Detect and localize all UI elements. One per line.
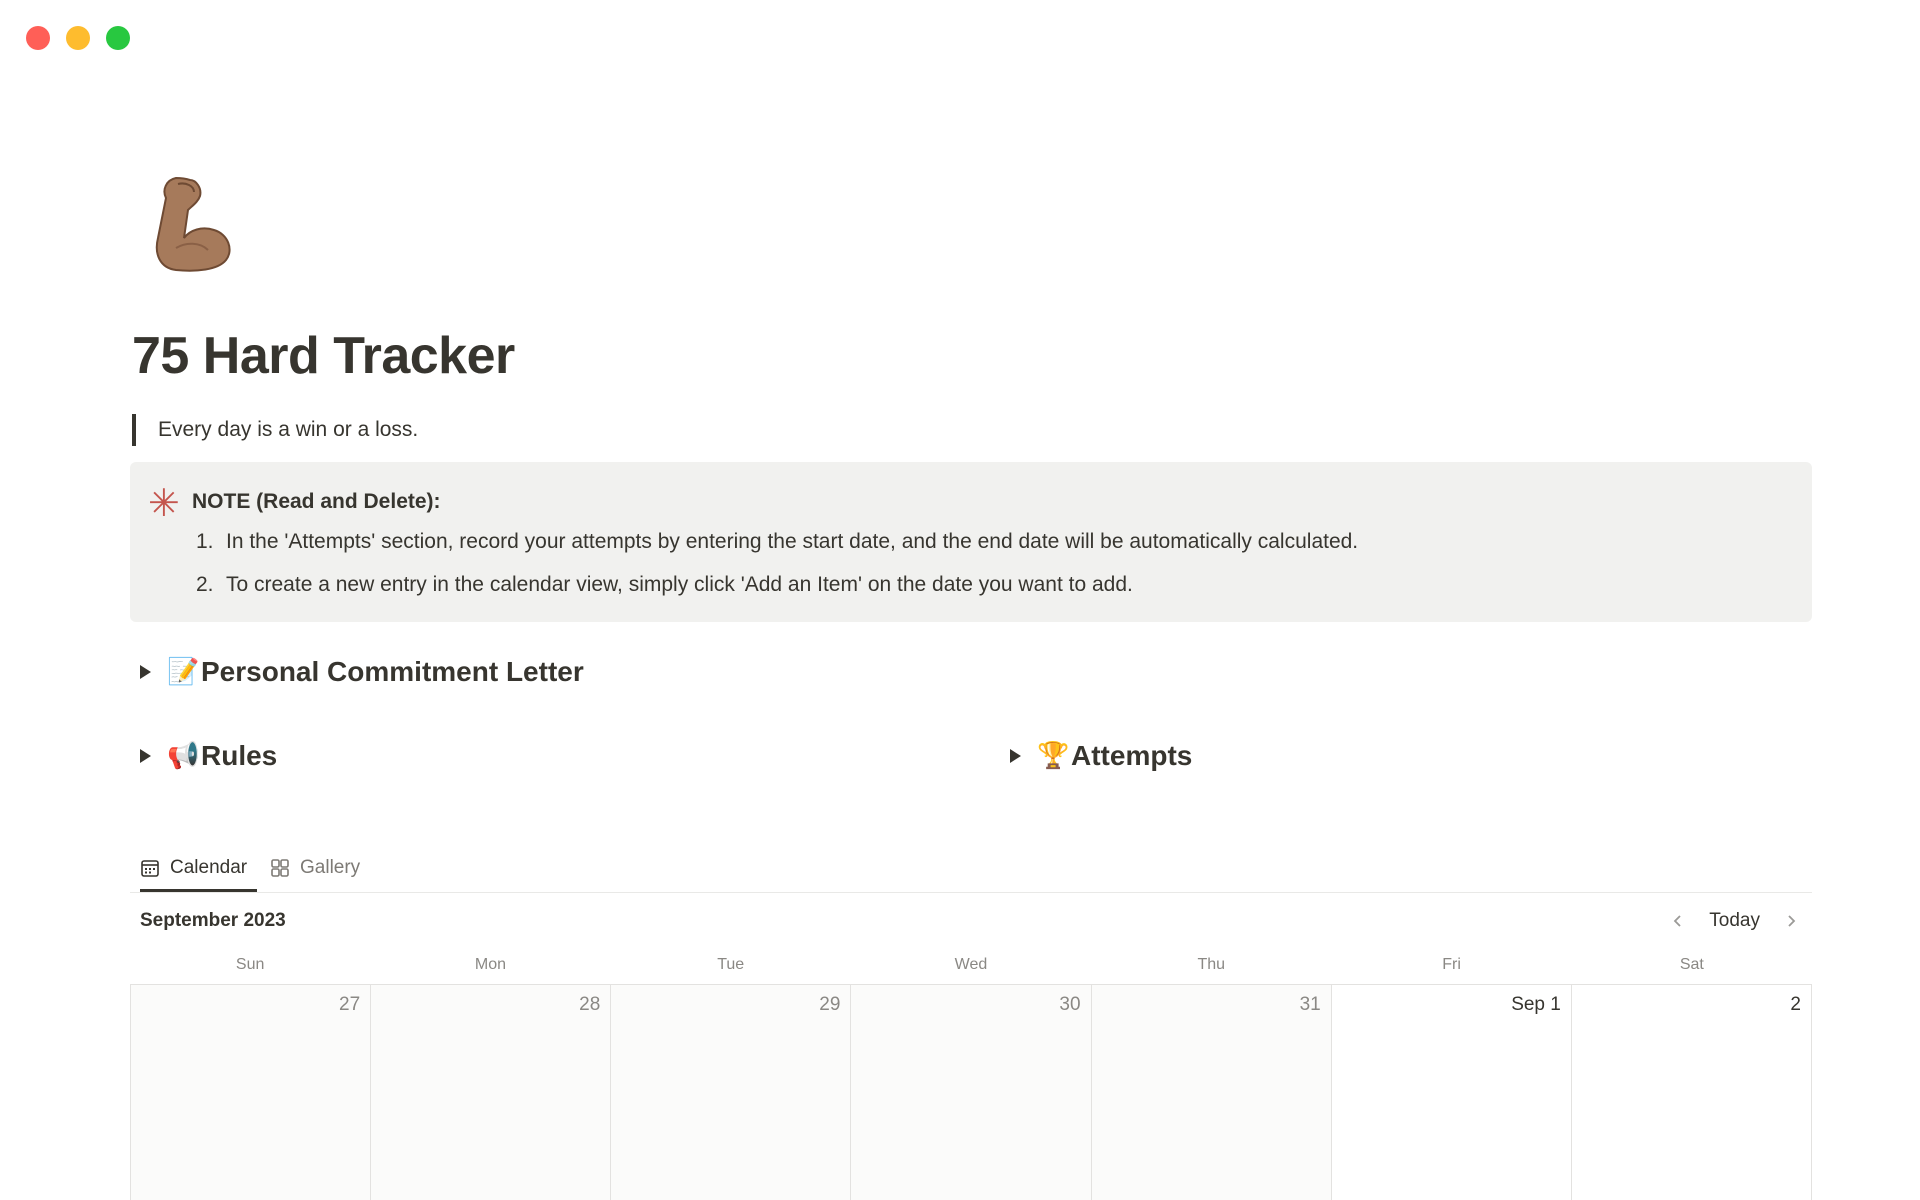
gallery-icon: [271, 859, 289, 877]
day-number: 30: [1059, 994, 1081, 1015]
minimize-window-button[interactable]: [66, 26, 90, 50]
database-view-tabs: Calendar Gallery: [130, 846, 1812, 893]
calendar-header: September 2023 Today: [130, 906, 1812, 936]
tab-calendar[interactable]: Calendar: [140, 846, 258, 892]
asterisk-icon[interactable]: ✳: [148, 484, 180, 522]
calendar-day-cell[interactable]: 2: [1571, 985, 1812, 1200]
toggle-personal-commitment-letter[interactable]: 📝 Personal Commitment Letter: [130, 650, 584, 694]
tab-gallery[interactable]: Gallery: [270, 846, 360, 890]
chevron-right-icon[interactable]: [1780, 910, 1802, 932]
page-title[interactable]: 75 Hard Tracker: [132, 326, 515, 386]
tab-label: Calendar: [170, 856, 248, 878]
calendar-grid: 27 28 29 30 31 Sep 1 2: [130, 984, 1812, 1200]
list-number: 1.: [196, 530, 214, 553]
calendar-day-cell[interactable]: 27: [131, 985, 372, 1200]
tab-label: Gallery: [300, 857, 361, 878]
calendar-day-cell[interactable]: 31: [1091, 985, 1332, 1200]
weekday-label: Sun: [235, 956, 265, 973]
toggle-triangle-icon[interactable]: [1010, 749, 1021, 763]
calendar-day-cell[interactable]: Sep 1: [1331, 985, 1572, 1200]
weekday-label: Fri: [1442, 956, 1461, 973]
calendar-month-label: September 2023: [140, 910, 286, 931]
day-number: 28: [579, 994, 601, 1015]
day-number: 27: [339, 994, 361, 1015]
toggle-triangle-icon[interactable]: [140, 665, 151, 679]
memo-icon: 📝: [167, 657, 200, 687]
weekday-label: Tue: [717, 956, 745, 973]
calendar-day-cell[interactable]: 30: [851, 985, 1092, 1200]
quote-block[interactable]: Every day is a win or a loss.: [132, 414, 418, 446]
megaphone-icon: 📢: [167, 741, 200, 771]
toggle-label: Rules: [201, 740, 278, 771]
list-number: 2.: [196, 573, 214, 596]
close-window-button[interactable]: [26, 26, 50, 50]
list-item: 1. In the 'Attempts' section, record your…: [196, 526, 1358, 569]
trophy-icon: 🏆: [1037, 741, 1070, 771]
quote-text: Every day is a win or a loss.: [158, 418, 419, 441]
calendar-day-cell[interactable]: 28: [371, 985, 612, 1200]
toggle-attempts[interactable]: 🏆 Attempts: [1000, 734, 1192, 778]
calendar-navigation: Today: [1667, 906, 1802, 936]
today-button[interactable]: Today: [1701, 910, 1768, 932]
zoom-window-button[interactable]: [106, 26, 130, 50]
calendar-weekday-header: Sun Mon Tue Wed Thu Fri Sat: [130, 950, 1812, 980]
calendar-day-cell[interactable]: 29: [611, 985, 852, 1200]
weekday-label: Sat: [1679, 956, 1704, 973]
day-number: 29: [819, 994, 841, 1015]
list-text: In the 'Attempts' section, record your a…: [226, 530, 1359, 553]
note-callout[interactable]: ✳ NOTE (Read and Delete): 1. In the 'Atte…: [130, 462, 1812, 622]
weekday-label: Thu: [1197, 956, 1226, 973]
calendar-icon: [141, 859, 159, 877]
day-number: Sep 1: [1511, 994, 1561, 1015]
list-text: To create a new entry in the calendar vi…: [226, 573, 1133, 596]
weekday-label: Mon: [474, 956, 506, 973]
toggle-label: Attempts: [1071, 740, 1193, 771]
callout-list: 1. In the 'Attempts' section, record your…: [196, 526, 1358, 612]
chevron-left-icon[interactable]: [1667, 910, 1689, 932]
toggle-label: Personal Commitment Letter: [201, 656, 584, 687]
weekday-label: Wed: [954, 956, 988, 973]
toggle-rules[interactable]: 📢 Rules: [130, 734, 277, 778]
app-window: 75 Hard Tracker Every day is a win or a …: [0, 0, 1920, 1200]
toggle-triangle-icon[interactable]: [140, 749, 151, 763]
flexed-biceps-icon[interactable]: [136, 168, 248, 280]
day-number: 31: [1299, 994, 1321, 1015]
list-item: 2. To create a new entry in the calendar …: [196, 569, 1358, 612]
day-number: 2: [1790, 994, 1801, 1015]
callout-heading: NOTE (Read and Delete):: [192, 490, 441, 513]
window-controls: [26, 26, 130, 50]
